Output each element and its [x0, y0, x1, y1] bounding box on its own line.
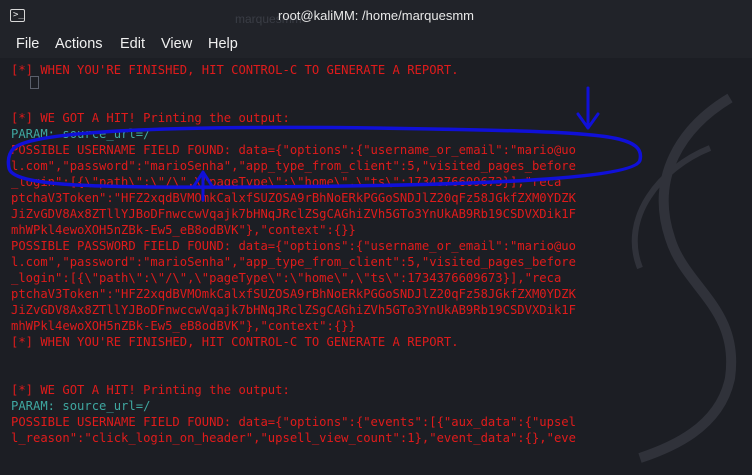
terminal-line: mhWPkl4ewoXOH5nZBk-Ew5_eB8odBVK"},"conte… [11, 223, 356, 237]
menu-view[interactable]: View [161, 36, 192, 52]
menu-bar: File Actions Edit View Help [0, 32, 752, 58]
terminal-line: _login":[{\"path\":\"/\",\"pageType\":\"… [11, 175, 562, 189]
terminal-line: JiZvGDV8Ax8ZTllYJBoDFnwccwVqajk7bHNqJRcl… [11, 303, 576, 317]
kali-dragon-watermark [631, 93, 737, 463]
menu-actions[interactable]: Actions [55, 36, 103, 52]
terminal-output[interactable]: [*] WHEN YOU'RE FINISHED, HIT CONTROL-C … [0, 58, 752, 475]
terminal-line: [*] WHEN YOU'RE FINISHED, HIT CONTROL-C … [11, 63, 459, 77]
menu-help[interactable]: Help [208, 36, 238, 52]
terminal-line: POSSIBLE USERNAME FIELD FOUND: data={"op… [11, 143, 576, 157]
terminal-line: [*] WE GOT A HIT! Printing the output: [11, 111, 290, 125]
terminal-line: JiZvGDV8Ax8ZTllYJBoDFnwccwVqajk7bHNqJRcl… [11, 207, 576, 221]
terminal-line: POSSIBLE USERNAME FIELD FOUND: data={"op… [11, 415, 576, 429]
terminal-line: [*] WE GOT A HIT! Printing the output: [11, 383, 290, 397]
terminal-line: ptchaV3Token":"HFZ2xqdBVMOmkCalxfSUZOSA9… [11, 191, 576, 205]
window-title: root@kaliMM: /home/marquesmm [278, 8, 474, 23]
terminal-line: _login":[{\"path\":\"/\",\"pageType\":\"… [11, 271, 562, 285]
terminal-line: ptchaV3Token":"HFZ2xqdBVMOmkCalxfSUZOSA9… [11, 287, 576, 301]
terminal-line: l_reason":"click_login_on_header","upsel… [11, 431, 576, 445]
terminal-line: mhWPkl4ewoXOH5nZBk-Ew5_eB8odBVK"},"conte… [11, 319, 356, 333]
terminal-line: PARAM: source_url=/ [11, 127, 151, 141]
terminal-line: l.com","password":"marioSenha","app_type… [11, 159, 576, 173]
terminal-line: PARAM: source_url=/ [11, 399, 151, 413]
title-bar: >_ marquesmm root@kaliMM: /home/marquesm… [0, 0, 752, 32]
menu-file[interactable]: File [16, 36, 39, 52]
menu-edit[interactable]: Edit [120, 36, 145, 52]
terminal-line: l.com","password":"marioSenha","app_type… [11, 255, 576, 269]
terminal-line: POSSIBLE PASSWORD FIELD FOUND: data={"op… [11, 239, 576, 253]
terminal-line: [*] WHEN YOU'RE FINISHED, HIT CONTROL-C … [11, 335, 459, 349]
